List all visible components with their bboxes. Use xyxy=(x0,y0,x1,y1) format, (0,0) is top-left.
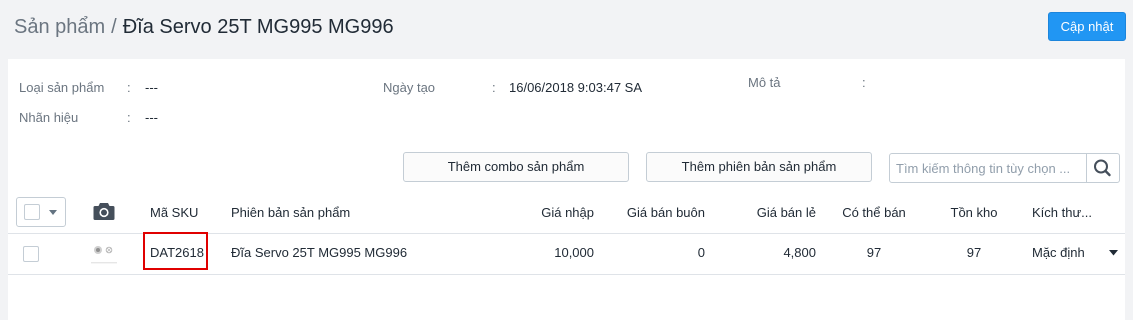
chevron-down-icon[interactable] xyxy=(48,209,58,217)
add-combo-button[interactable]: Thêm combo sản phẩm xyxy=(403,152,629,182)
caret-down-icon[interactable] xyxy=(1109,250,1118,256)
sku-highlight xyxy=(143,232,208,270)
created-date-value: 16/06/2018 9:03:47 SA xyxy=(509,80,643,95)
row-import-price: 10,000 xyxy=(554,245,594,260)
camera-icon xyxy=(93,203,115,220)
page-title: Đĩa Servo 25T MG995 MG996 xyxy=(122,16,394,38)
description-field: Mô tả : xyxy=(748,75,866,90)
product-type-label: Loại sản phẩm xyxy=(19,80,105,95)
column-wholesale-price[interactable]: Giá bán buôn xyxy=(598,205,705,221)
product-detail-card: Loại sản phẩm : --- Nhãn hiệu : --- Ngày… xyxy=(8,59,1125,320)
column-variant[interactable]: Phiên bản sản phẩm xyxy=(231,205,350,221)
product-type-colon: : xyxy=(127,80,131,95)
breadcrumb-separator: / xyxy=(111,16,117,38)
column-stock[interactable]: Tồn kho xyxy=(924,205,1024,221)
row-size: Mặc định xyxy=(1032,245,1085,260)
column-sku[interactable]: Mã SKU xyxy=(150,205,198,221)
created-date-colon: : xyxy=(492,80,496,95)
column-import-price[interactable]: Giá nhập xyxy=(488,205,594,221)
product-type-value: --- xyxy=(145,80,158,95)
table-header: Mã SKU Phiên bản sản phẩm Giá nhập Giá b… xyxy=(8,194,1125,234)
row-wholesale-price: 0 xyxy=(697,245,705,260)
brand-colon: : xyxy=(127,110,131,125)
column-retail-price[interactable]: Giá bán lẻ xyxy=(708,205,816,221)
product-type-field: Loại sản phẩm : --- xyxy=(19,80,158,95)
description-label: Mô tả xyxy=(748,75,781,90)
column-size[interactable]: Kích thư... xyxy=(1032,205,1092,221)
row-retail-price: 4,800 xyxy=(783,245,816,260)
created-date-field: Ngày tạo : 16/06/2018 9:03:47 SA xyxy=(383,80,642,95)
brand-label: Nhãn hiệu xyxy=(19,110,79,125)
column-available[interactable]: Có thể bán xyxy=(824,205,924,221)
row-variant: Đĩa Servo 25T MG995 MG996 xyxy=(231,245,408,260)
description-colon: : xyxy=(862,75,866,90)
row-checkbox[interactable] xyxy=(23,246,39,262)
variant-search xyxy=(889,153,1120,183)
breadcrumb: Sản phẩm / Đĩa Servo 25T MG995 MG996 xyxy=(14,14,394,40)
search-input[interactable] xyxy=(890,154,1084,182)
search-button[interactable] xyxy=(1087,154,1119,182)
row-stock: 97 xyxy=(966,245,982,260)
update-button[interactable]: Cập nhật xyxy=(1048,12,1126,41)
select-all-checkbox[interactable] xyxy=(24,204,40,220)
bulk-select[interactable] xyxy=(16,197,66,227)
row-available: 97 xyxy=(866,245,882,260)
brand-value: --- xyxy=(145,110,158,125)
add-variant-button[interactable]: Thêm phiên bản sản phẩm xyxy=(646,152,872,182)
breadcrumb-products-link[interactable]: Sản phẩm xyxy=(14,16,105,38)
product-thumbnail xyxy=(91,246,117,264)
brand-field: Nhãn hiệu : --- xyxy=(19,110,158,125)
created-date-label: Ngày tạo xyxy=(383,80,436,95)
search-icon xyxy=(1094,159,1111,177)
